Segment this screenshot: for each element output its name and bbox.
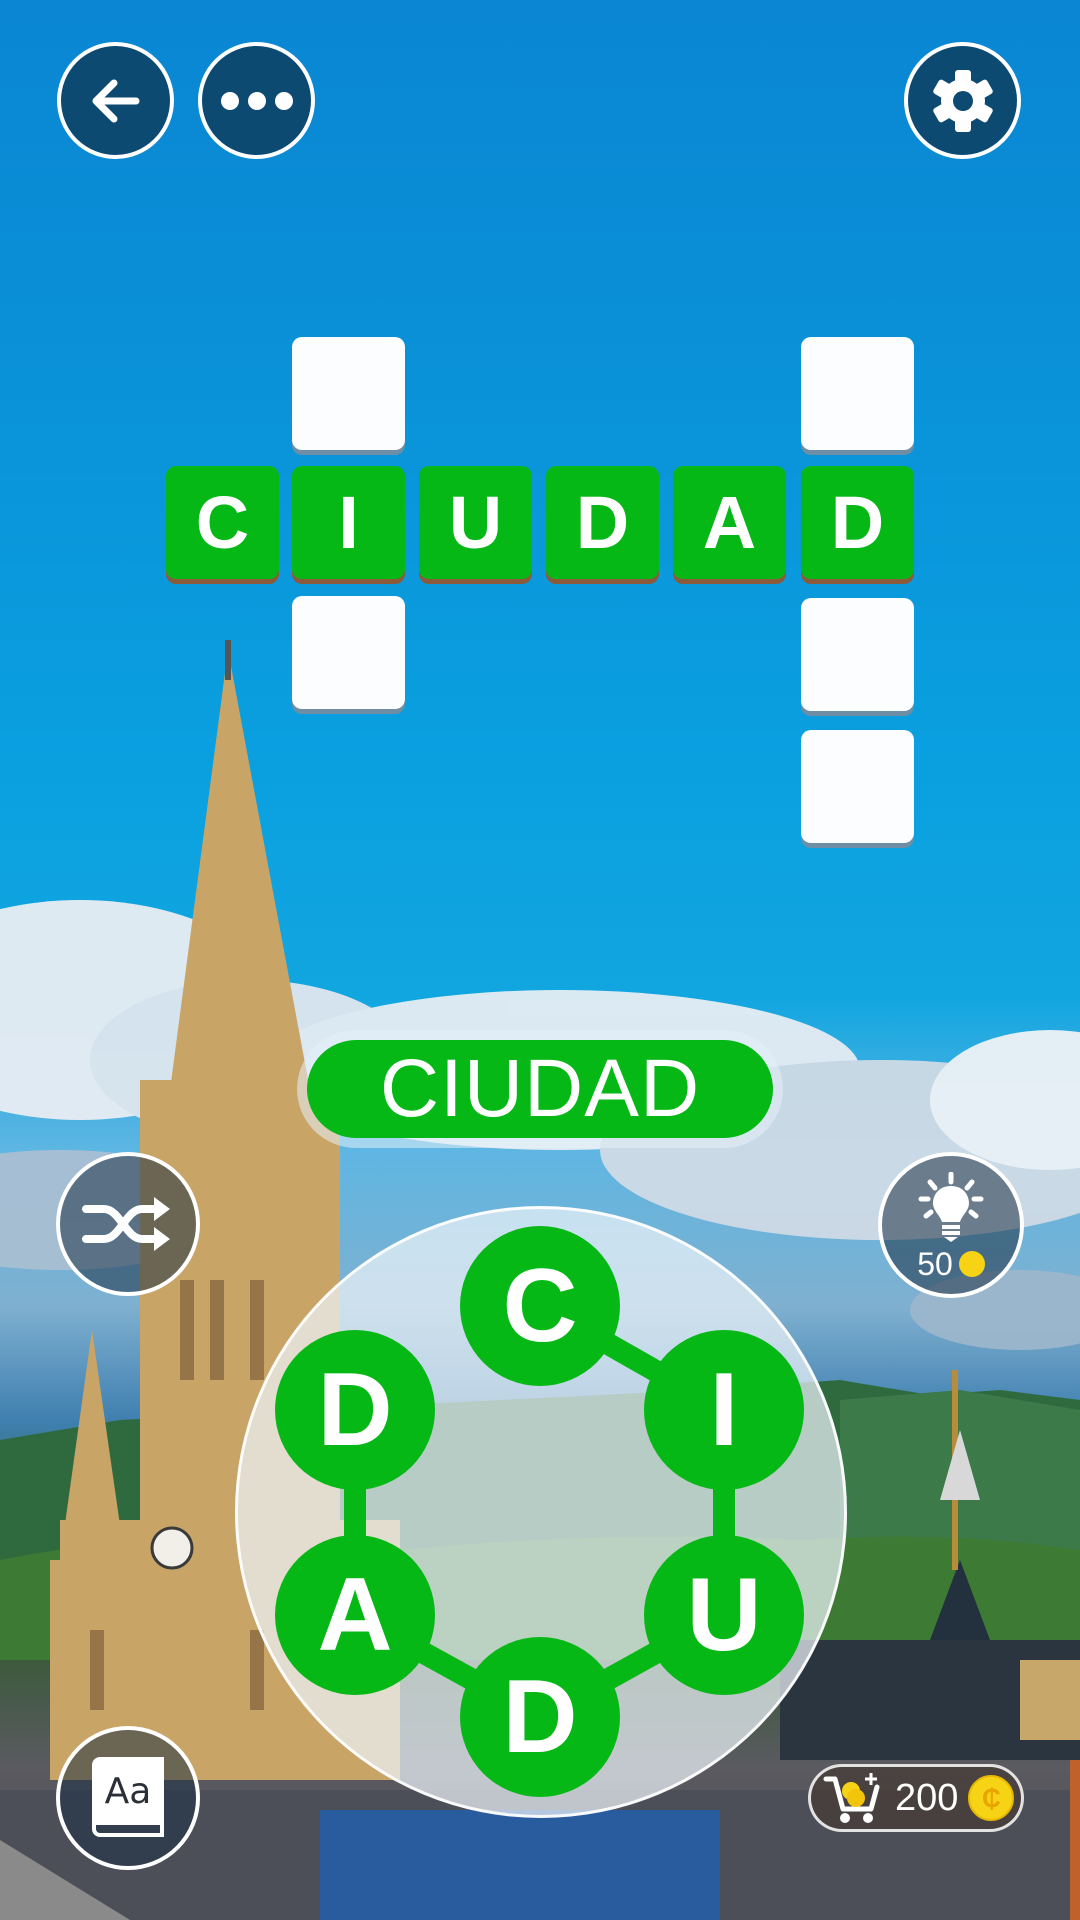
coins-shop-button[interactable]: 200 ₵ [808, 1764, 1024, 1832]
wheel-letter-u[interactable]: U [644, 1535, 804, 1695]
wheel-letter-d-bottom[interactable]: D [460, 1637, 620, 1797]
coin-icon: ₵ [968, 1775, 1015, 1821]
cart-plus-icon [823, 1773, 880, 1823]
wheel-letter-i[interactable]: I [644, 1330, 804, 1490]
coin-balance: 200 [895, 1776, 959, 1819]
dictionary-button[interactable]: Aa [56, 1726, 200, 1870]
wheel-letter-a[interactable]: A [275, 1535, 435, 1695]
selection-path [344, 1295, 735, 1728]
dictionary-book-icon: Aa [92, 1757, 164, 1839]
dictionary-label: Aa [104, 1770, 152, 1812]
wheel-letter-d-left[interactable]: D [275, 1330, 435, 1490]
wheel-letter-c[interactable]: C [460, 1226, 620, 1386]
